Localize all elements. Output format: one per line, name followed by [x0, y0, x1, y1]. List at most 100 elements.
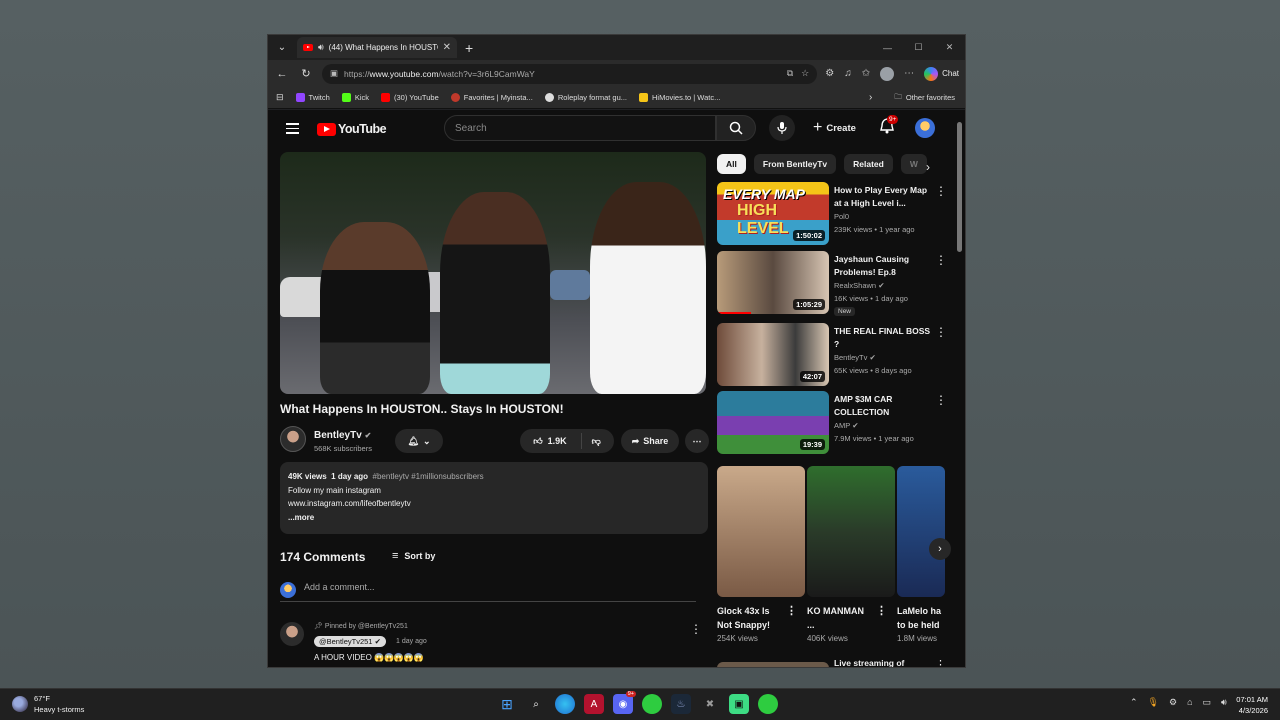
profile-avatar[interactable] [880, 66, 895, 81]
youtube-logo[interactable]: YouTube [317, 122, 387, 136]
video-player[interactable] [280, 152, 706, 394]
shorts-next-chevron-icon[interactable]: › [929, 538, 951, 560]
comment-more-icon[interactable]: ⋮ [690, 622, 702, 636]
tab-actions-chevron-icon[interactable]: ⌄ [271, 37, 293, 59]
menu-icon[interactable] [286, 123, 299, 137]
channel-name[interactable]: BentleyTv ✔ [314, 430, 371, 441]
recommendation-channel[interactable]: RealxShawn ✔ [834, 281, 885, 290]
video-thumbnail[interactable] [717, 662, 829, 667]
read-aloud-icon[interactable]: ♫ [844, 68, 852, 79]
adobe-icon[interactable]: A [584, 694, 604, 714]
show-more-button[interactable]: ...more [288, 511, 700, 525]
hashtags[interactable]: #bentleytv #1millionsubscribers [373, 472, 484, 481]
short-info[interactable]: KO MANMAN ... 406K views ⋮ [807, 604, 887, 646]
notifications-button[interactable]: 9+ [880, 115, 899, 139]
recommendation-title[interactable]: Live streaming of [834, 658, 904, 667]
video-thumbnail[interactable]: 1:05:29 [717, 251, 829, 314]
channel-avatar[interactable] [280, 426, 306, 452]
search-input[interactable]: Search [444, 115, 716, 141]
chips-next-chevron-icon[interactable]: › [926, 160, 930, 174]
scrollbar-thumb[interactable] [957, 122, 962, 252]
windows-start-icon[interactable]: ⊞ [497, 694, 517, 714]
recommendation-item[interactable]: 19:39 AMP $3M CAR COLLECTION AMP ✔ 7.9M … [717, 391, 949, 455]
microphone-icon[interactable]: 🎙︎ [1148, 697, 1159, 708]
video-thumbnail[interactable]: EVERY MAP HIGH LEVEL 1:50:02 [717, 182, 829, 245]
video-thumbnail[interactable]: 42:07 [717, 323, 829, 386]
create-button[interactable]: + Create [805, 115, 864, 141]
short-info[interactable]: Glock 43x Is Not Snappy! 254K views ⋮ [717, 604, 797, 646]
description-link[interactable]: www.instagram.com/lifeofbentleytv [288, 497, 700, 511]
extensions-icon[interactable]: ⚙ [825, 68, 834, 79]
search-icon[interactable]: ⌕ [526, 694, 546, 714]
favorite-himovies[interactable]: HiMovies.to | Watc... [639, 93, 720, 102]
favorites-icon[interactable]: ✩ [862, 68, 870, 79]
short-thumbnail[interactable] [807, 466, 895, 597]
add-comment-field[interactable]: Add a comment... [280, 582, 696, 602]
close-window-icon[interactable]: ✕ [934, 35, 965, 60]
site-info-icon[interactable]: ▣ [330, 68, 338, 79]
recommendation-channel[interactable]: Pol0 [834, 212, 849, 221]
favorite-twitch[interactable]: Twitch [295, 93, 330, 102]
maximize-icon[interactable]: ☐ [903, 35, 934, 60]
speaker-icon[interactable]: 🔊︎ [318, 42, 324, 53]
page-scrollbar[interactable] [954, 110, 965, 667]
robinhood-icon[interactable] [642, 694, 662, 714]
like-button[interactable]: 👍︎ 1.9K [533, 436, 566, 447]
recommendation-more-icon[interactable]: ⋮ [935, 393, 947, 407]
more-actions-button[interactable]: ⋯ [685, 429, 709, 453]
chip-from-bentleytv[interactable]: From BentleyTv [753, 154, 837, 174]
discord-icon[interactable]: ◉ 9+ [613, 691, 636, 714]
network-icon[interactable]: ⌂ [1187, 697, 1192, 708]
minimize-icon[interactable]: — [872, 35, 903, 60]
clock[interactable]: 07:01 AM 4/3/2026 [1226, 694, 1268, 716]
voice-search-button[interactable] [769, 115, 795, 141]
edge-icon[interactable] [555, 694, 575, 714]
favorite-youtube[interactable]: (30) YouTube [380, 93, 439, 102]
short-info[interactable]: LaMelo ha to be held 1.8M views [897, 604, 947, 646]
new-tab-button[interactable]: + [465, 40, 473, 56]
app-available-icon[interactable]: ⧉ [787, 68, 793, 79]
tab-close-icon[interactable]: ✕ [443, 42, 451, 53]
recommendation-item[interactable]: EVERY MAP HIGH LEVEL 1:50:02 How to Play… [717, 182, 949, 246]
tab-youtube[interactable]: 🔊︎ (44) What Happens In HOUSTON.. Stays … [297, 37, 457, 58]
comment-author-avatar[interactable] [280, 622, 304, 646]
xbox-icon[interactable]: ✖ [700, 694, 720, 714]
recommendation-item[interactable]: 1:05:29 Jayshaun Causing Problems! Ep.8 … [717, 251, 949, 316]
short-more-icon[interactable]: ⋮ [786, 604, 797, 618]
dislike-button[interactable]: 👎︎ [592, 436, 601, 447]
android-icon[interactable]: ▣ [729, 694, 749, 714]
recommendation-more-icon[interactable]: ⋮ [935, 184, 947, 198]
video-thumbnail[interactable]: 19:39 [717, 391, 829, 454]
other-favorites[interactable]: 🗀︎ Other favorites [894, 91, 955, 104]
recommendation-more-icon[interactable]: ⋮ [935, 325, 947, 339]
chip-all[interactable]: All [717, 154, 746, 174]
more-options-icon[interactable]: ⋯ [904, 68, 914, 79]
recommendation-channel[interactable]: AMP ✔ [834, 421, 859, 430]
recommendation-item[interactable]: Live streaming of ⋮ [717, 658, 949, 667]
recommendation-item[interactable]: 42:07 THE REAL FINAL BOSS ? BentleyTv ✔ … [717, 323, 949, 387]
recommendation-title[interactable]: THE REAL FINAL BOSS ? [834, 325, 932, 351]
copilot-chat-button[interactable]: Chat [924, 66, 959, 81]
robinhood-icon[interactable] [758, 694, 778, 714]
recommendation-more-icon[interactable]: ⋮ [935, 253, 947, 267]
favorites-toggle-icon[interactable]: ⊟ [276, 92, 284, 103]
recommendation-title[interactable]: How to Play Every Map at a High Level i.… [834, 184, 932, 210]
recommendation-title[interactable]: Jayshaun Causing Problems! Ep.8 [834, 253, 932, 279]
short-thumbnail[interactable] [897, 466, 945, 597]
search-button[interactable] [716, 115, 756, 141]
recommendation-more-icon[interactable]: ⋮ [935, 658, 946, 667]
address-bar[interactable]: ▣ https://www.youtube.com/watch?v=3r6L9C… [322, 63, 818, 84]
account-avatar[interactable] [915, 118, 935, 138]
recommendation-channel[interactable]: BentleyTv ✔ [834, 353, 876, 362]
back-arrow-icon[interactable]: ← [274, 68, 290, 80]
short-thumbnail[interactable] [717, 466, 805, 597]
chip-watched[interactable]: W [900, 154, 927, 174]
display-icon[interactable]: ▭ [1203, 697, 1212, 708]
subscription-bell-button[interactable]: 🔔︎ ⌄ [395, 429, 443, 453]
recommendation-title[interactable]: AMP $3M CAR COLLECTION [834, 393, 932, 419]
favorite-kick[interactable]: Kick [341, 93, 369, 102]
weather-widget[interactable]: 67°F Heavy t-storms [12, 693, 84, 715]
favorite-star-icon[interactable]: ☆ [801, 68, 809, 79]
favorite-roleplay[interactable]: Roleplay format gu... [544, 93, 627, 102]
settings-icon[interactable]: ⚙ [1169, 697, 1177, 708]
